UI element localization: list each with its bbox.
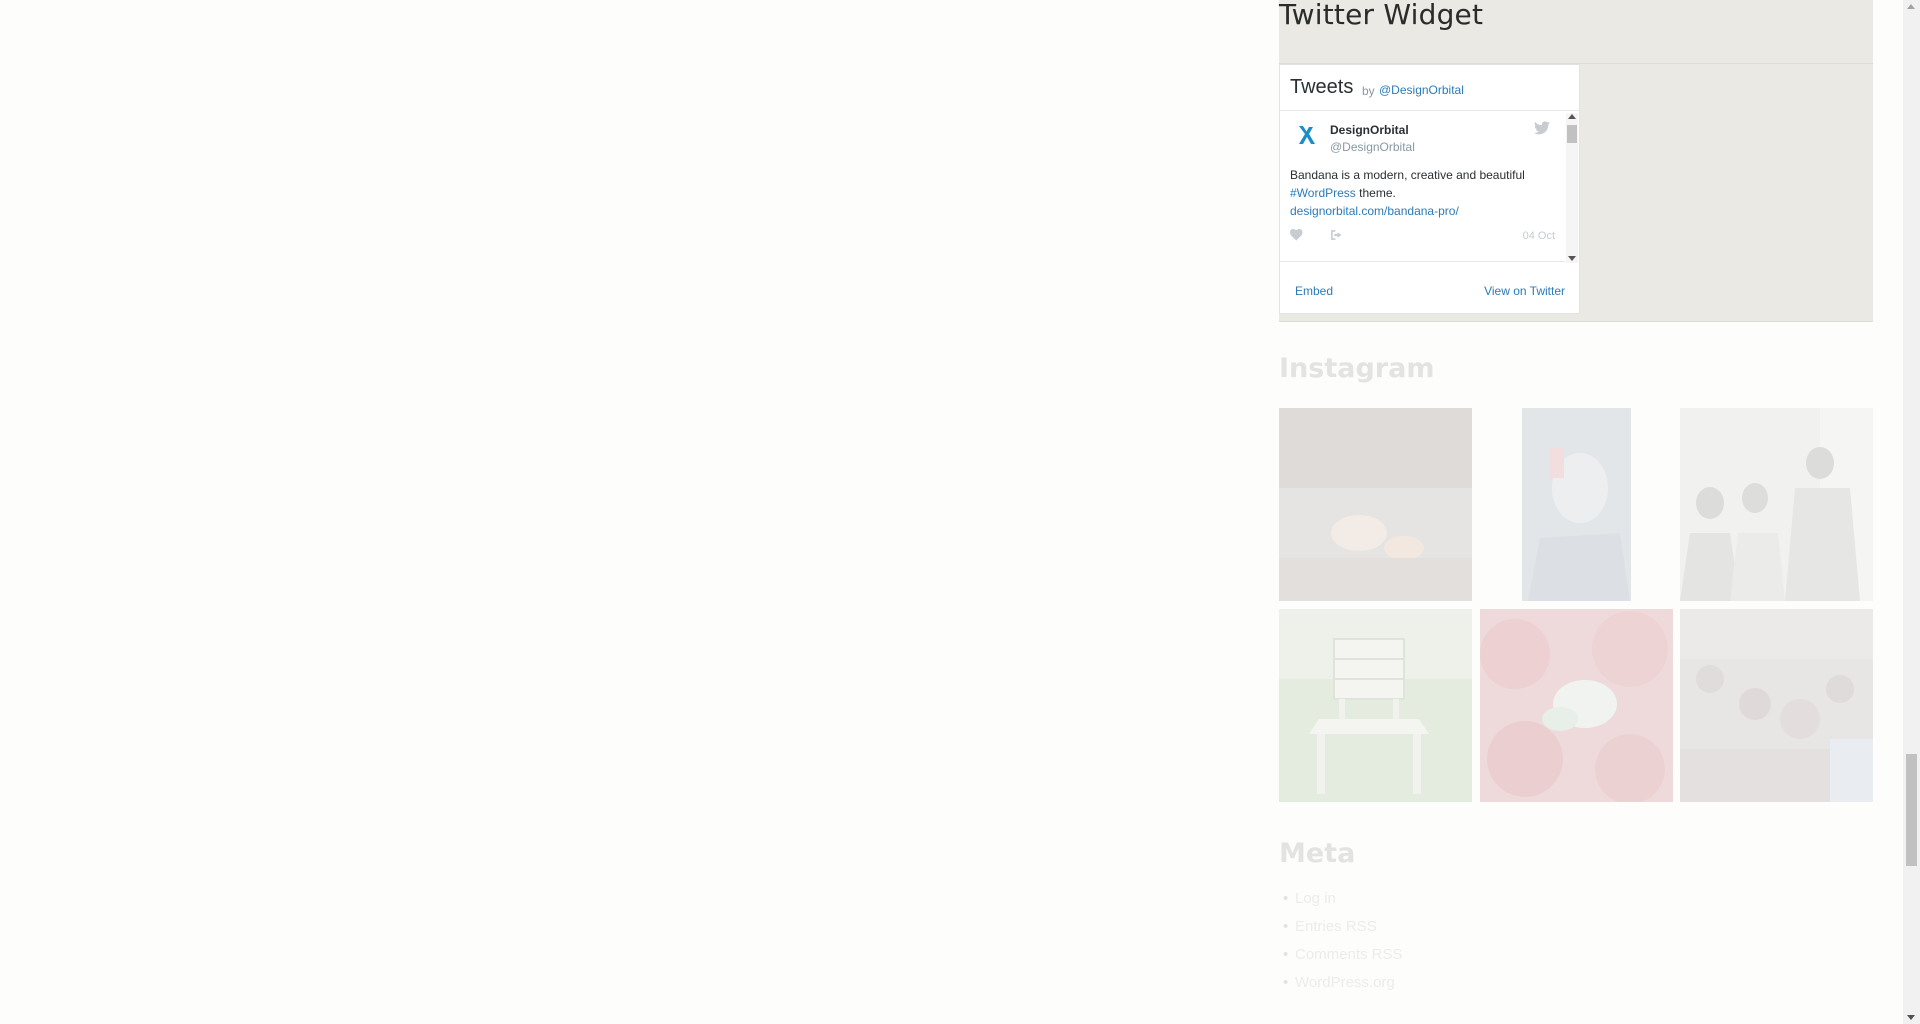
page: Twitter Widget Tweets by @DesignOrbital … xyxy=(0,0,1920,1024)
share-icon[interactable] xyxy=(1330,229,1343,244)
instagram-title: Instagram xyxy=(1279,353,1435,384)
timeline-handle-link[interactable]: @DesignOrbital xyxy=(1379,83,1464,97)
tweet-author-name[interactable]: DesignOrbital xyxy=(1330,123,1409,137)
tweet-url-link[interactable]: designorbital.com/bandana-pro/ xyxy=(1290,204,1459,218)
tweet-date[interactable]: 04 Oct xyxy=(1523,230,1555,242)
tweet-text-before: Bandana is a modern, creative and beauti… xyxy=(1290,168,1525,182)
timeline-header: Tweets by @DesignOrbital xyxy=(1280,65,1579,111)
page-scrollbar[interactable] xyxy=(1903,0,1920,1024)
meta-item-wordpress-org[interactable]: WordPress.org xyxy=(1279,972,1403,1000)
instagram-photo-chair[interactable] xyxy=(1279,609,1472,802)
scroll-thumb[interactable] xyxy=(1567,125,1577,143)
timeline-footer: Embed View on Twitter xyxy=(1280,269,1579,313)
instagram-grid xyxy=(1279,408,1873,802)
meta-item-login[interactable]: Log in xyxy=(1279,888,1403,916)
meta-title: Meta xyxy=(1279,838,1356,869)
instagram-photo-fire[interactable] xyxy=(1279,408,1472,601)
scroll-up-arrow-icon[interactable] xyxy=(1568,114,1576,119)
twitter-timeline: Tweets by @DesignOrbital DesignOrbital @… xyxy=(1279,64,1580,314)
instagram-photo-roses[interactable] xyxy=(1480,609,1673,802)
instagram-photo-portrait[interactable] xyxy=(1480,408,1673,601)
meta-item-comments-rss[interactable]: Comments RSS xyxy=(1279,944,1403,972)
twitter-widget: Twitter Widget Tweets by @DesignOrbital … xyxy=(1279,0,1873,322)
scroll-up-arrow-icon[interactable] xyxy=(1907,4,1915,9)
meta-list: Log in Entries RSS Comments RSS WordPres… xyxy=(1279,888,1403,1000)
tweet-text-after: theme. xyxy=(1359,186,1396,200)
embed-link[interactable]: Embed xyxy=(1295,284,1333,298)
tweet-author-handle[interactable]: @DesignOrbital xyxy=(1330,140,1415,154)
page-scroll-thumb[interactable] xyxy=(1906,754,1917,866)
timeline-by-label: by xyxy=(1362,84,1375,98)
timeline-scrollbar[interactable] xyxy=(1566,113,1578,263)
tweet-hashtag-link[interactable]: #WordPress xyxy=(1290,186,1356,200)
timeline-heading: Tweets xyxy=(1290,76,1354,98)
tweet-text: Bandana is a modern, creative and beauti… xyxy=(1290,166,1560,220)
scroll-down-arrow-icon[interactable] xyxy=(1568,256,1576,261)
instagram-photo-crowd[interactable] xyxy=(1680,609,1873,802)
twitter-bird-icon[interactable] xyxy=(1534,121,1550,138)
tweet-actions: 04 Oct xyxy=(1290,229,1555,245)
designorbital-logo-icon[interactable] xyxy=(1294,123,1318,147)
instagram-photo-group[interactable] xyxy=(1680,408,1873,601)
heart-icon[interactable] xyxy=(1290,229,1303,244)
scroll-down-arrow-icon[interactable] xyxy=(1907,1015,1915,1020)
view-on-twitter-link[interactable]: View on Twitter xyxy=(1484,284,1565,298)
twitter-widget-title: Twitter Widget xyxy=(1279,0,1484,31)
meta-item-entries-rss[interactable]: Entries RSS xyxy=(1279,916,1403,944)
tweet: DesignOrbital @DesignOrbital Bandana is … xyxy=(1280,111,1565,262)
